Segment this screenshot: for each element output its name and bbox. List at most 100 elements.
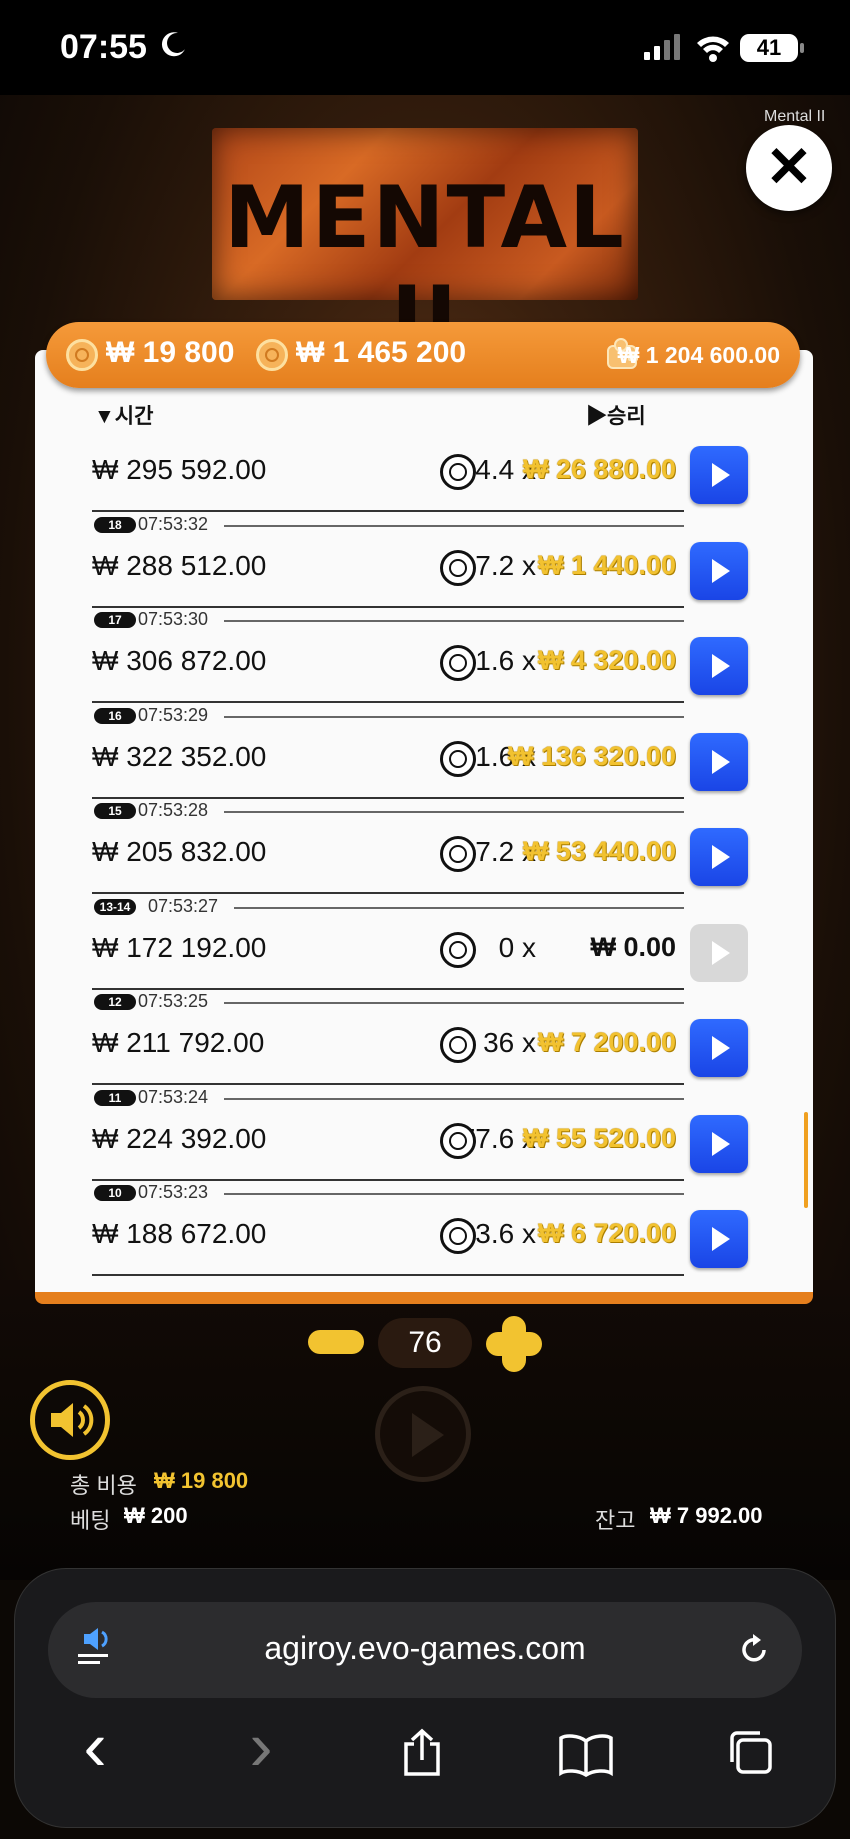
wifi-icon bbox=[697, 36, 729, 62]
coin-icon bbox=[440, 454, 476, 490]
row-time: 07:53:24 bbox=[138, 1086, 209, 1107]
row-bottom-divider bbox=[92, 1274, 684, 1276]
row-header: 18 07:53:32 bbox=[92, 514, 684, 536]
row-amount: ₩ 295 592.00 bbox=[92, 454, 267, 485]
round-badge: 18 bbox=[94, 516, 136, 533]
reload-icon[interactable] bbox=[734, 1630, 774, 1670]
coin-icon bbox=[440, 931, 476, 968]
row-divider bbox=[224, 715, 684, 718]
row-bottom-divider bbox=[92, 1083, 684, 1085]
row-win: ₩ 7 200.00 bbox=[537, 1027, 676, 1057]
round-badge: 13-14 bbox=[94, 898, 136, 915]
row-time: 07:53:32 bbox=[138, 513, 209, 534]
row-header: 10 07:53:23 bbox=[92, 1182, 684, 1204]
table-row: 11 07:53:24 ₩ 224 392.00 277.6 x ₩ 55 520.00 bbox=[92, 1087, 748, 1182]
row-header: 17 07:53:30 bbox=[92, 609, 684, 631]
row-amount: ₩ 288 512.00 bbox=[92, 549, 267, 581]
row-time: 07:53:25 bbox=[138, 991, 209, 1011]
sound-button[interactable] bbox=[30, 1380, 110, 1460]
replay-button[interactable] bbox=[690, 1114, 748, 1173]
row-header: 13-14 07:53:27 bbox=[92, 896, 684, 918]
table-row: 13-14 07:53:27 ₩ 172 192.00 0 x ₩ 0.00 bbox=[92, 896, 748, 991]
summary-total: ₩ 1 465 200 bbox=[296, 336, 467, 369]
table-row: 17 07:53:30 ₩ 306 872.00 21.6 x ₩ 4 320.00 bbox=[92, 609, 748, 704]
url-text[interactable]: agiroy.evo-games.com bbox=[0, 1630, 850, 1667]
replay-button[interactable] bbox=[690, 1210, 748, 1268]
row-header: 16 07:53:29 bbox=[92, 705, 684, 727]
row-bottom-divider bbox=[92, 892, 684, 894]
row-bottom-divider bbox=[92, 605, 684, 608]
round-badge: 12 bbox=[94, 994, 136, 1010]
total-cost-value: ₩ 19 800 bbox=[154, 1468, 249, 1493]
signal-icon bbox=[644, 34, 680, 60]
back-icon[interactable]: ‹ bbox=[70, 1706, 120, 1785]
row-amount: ₩ 172 192.00 bbox=[92, 931, 267, 963]
row-win: ₩ 53 440.00 bbox=[522, 836, 676, 866]
row-divider bbox=[224, 620, 684, 622]
row-multiplier: 0 x bbox=[498, 931, 536, 963]
replay-button[interactable] bbox=[690, 1019, 748, 1077]
row-win: ₩ 55 520.00 bbox=[522, 1122, 676, 1153]
scrollbar[interactable] bbox=[804, 1112, 808, 1208]
close-button[interactable]: ✕ bbox=[746, 125, 832, 211]
row-bottom-divider bbox=[92, 510, 684, 512]
replay-button bbox=[690, 923, 748, 982]
row-win: ₩ 26 880.00 bbox=[522, 454, 676, 484]
row-multiplier: 36 x bbox=[483, 1027, 536, 1058]
row-amount: ₩ 224 392.00 bbox=[92, 1122, 267, 1154]
coin-icon bbox=[440, 1027, 476, 1063]
coin-icon bbox=[440, 645, 476, 681]
bookmarks-icon[interactable] bbox=[558, 1733, 614, 1777]
summary-cost: ₩ 19 800 bbox=[106, 336, 235, 369]
share-icon[interactable] bbox=[400, 1728, 444, 1778]
row-amount: ₩ 322 352.00 bbox=[92, 740, 267, 772]
row-win: ₩ 6 720.00 bbox=[537, 1218, 676, 1248]
row-divider bbox=[224, 1002, 684, 1004]
replay-button[interactable] bbox=[690, 446, 748, 504]
coin-icon bbox=[440, 1218, 476, 1254]
coin-icon bbox=[440, 836, 476, 872]
replay-button[interactable] bbox=[690, 828, 748, 886]
round-badge: 17 bbox=[94, 612, 136, 628]
row-time: 07:53:23 bbox=[138, 1182, 209, 1202]
replay-button[interactable] bbox=[690, 541, 748, 600]
tabs-icon[interactable] bbox=[728, 1730, 774, 1776]
speaker-icon bbox=[51, 1403, 94, 1437]
row-divider bbox=[234, 906, 684, 909]
status-time: 07:55 bbox=[60, 28, 147, 66]
coin-icon bbox=[256, 339, 288, 371]
row-divider bbox=[224, 811, 684, 813]
count-display: 76 bbox=[378, 1318, 472, 1368]
row-multiplier: 7.2 x bbox=[475, 549, 536, 581]
row-win: ₩ 1 440.00 bbox=[537, 549, 676, 580]
decrease-button[interactable] bbox=[308, 1330, 364, 1354]
row-win: ₩ 4 320.00 bbox=[537, 645, 676, 675]
table-row: 12 07:53:25 ₩ 211 792.00 36 x ₩ 7 200.00 bbox=[92, 991, 748, 1086]
coin-icon bbox=[440, 1122, 476, 1159]
row-header bbox=[92, 418, 684, 440]
row-time: 07:53:28 bbox=[138, 800, 209, 820]
balance-value: ₩ 7 992.00 bbox=[650, 1503, 763, 1528]
row-divider bbox=[224, 1097, 684, 1100]
status-bar: 07:55 41 bbox=[0, 0, 850, 95]
row-time: 07:53:29 bbox=[138, 704, 209, 725]
increase-button[interactable] bbox=[486, 1316, 542, 1372]
table-row: 18 07:53:32 ₩ 288 512.00 7.2 x ₩ 1 440.00 bbox=[92, 514, 748, 609]
summary-bar: ₩ 19 800 ₩ 1 465 200 ₩ 1 204 600.00 bbox=[46, 322, 800, 388]
forward-icon[interactable]: › bbox=[236, 1706, 286, 1785]
autoplay-button[interactable] bbox=[375, 1386, 471, 1482]
row-header: 11 07:53:24 bbox=[92, 1087, 684, 1109]
row-header: 12 07:53:25 bbox=[92, 991, 684, 1013]
row-amount: ₩ 205 832.00 bbox=[92, 836, 267, 867]
row-time: 07:53:30 bbox=[138, 609, 209, 629]
table-row: ₩ 295 592.00 134.4 x ₩ 26 880.00 bbox=[92, 418, 748, 513]
history-panel-footer bbox=[35, 1292, 813, 1304]
coin-icon bbox=[440, 549, 476, 586]
total-cost-label: 총 비용 bbox=[70, 1473, 137, 1498]
replay-button[interactable] bbox=[690, 637, 748, 695]
row-amount: ₩ 306 872.00 bbox=[92, 645, 267, 676]
coin-icon bbox=[440, 740, 476, 777]
replay-button[interactable] bbox=[690, 732, 748, 791]
row-time: 07:53:27 bbox=[148, 895, 219, 916]
close-icon: ✕ bbox=[765, 135, 813, 198]
